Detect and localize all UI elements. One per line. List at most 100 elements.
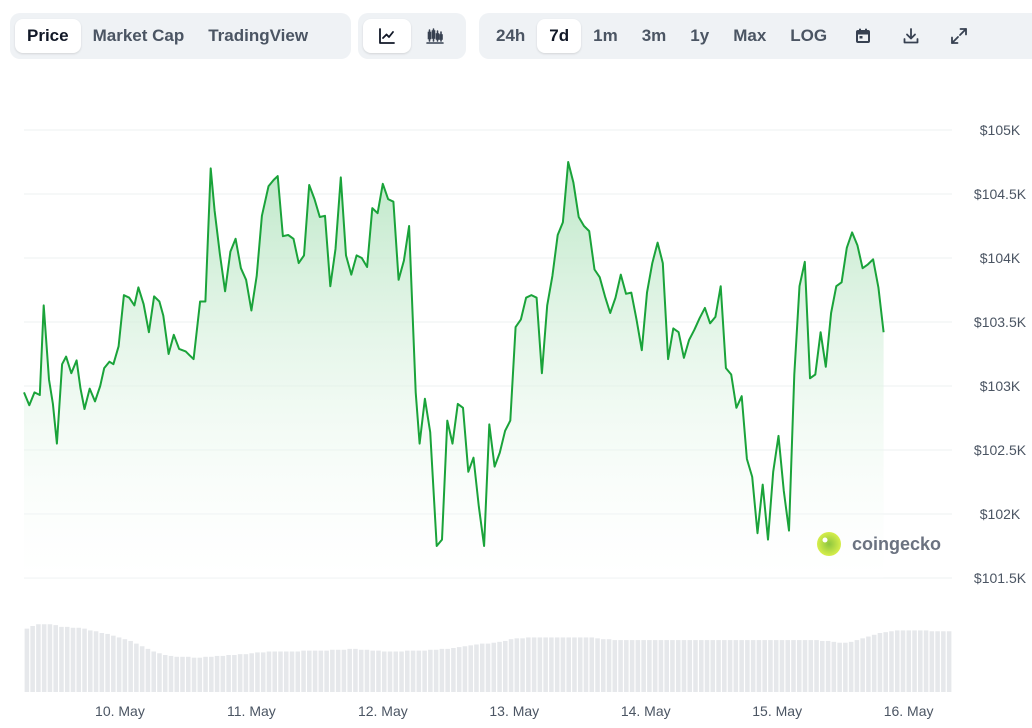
- volume-bar: [335, 649, 341, 692]
- volume-bar: [445, 648, 450, 692]
- volume-bar: [883, 632, 888, 692]
- volume-bar: [918, 630, 923, 692]
- y-tick-label: $104K: [980, 250, 1021, 266]
- volume-bar: [681, 640, 687, 692]
- volume-bar: [64, 626, 70, 692]
- volume-bar: [894, 630, 900, 692]
- volume-bar: [139, 646, 145, 692]
- volume-bar: [41, 624, 47, 692]
- volume-bar: [768, 640, 773, 692]
- volume-bar: [647, 640, 652, 692]
- volume-bar: [941, 631, 946, 692]
- volume-bar: [497, 641, 502, 692]
- volume-bar: [364, 649, 370, 692]
- volume-bar: [105, 633, 110, 692]
- volume-bar: [168, 655, 174, 692]
- volume-bar: [727, 640, 733, 692]
- volume-bar: [745, 640, 750, 692]
- volume-bar: [479, 643, 485, 692]
- volume-bar: [779, 640, 785, 692]
- volume-bar: [70, 627, 76, 692]
- volume-bar: [566, 637, 571, 692]
- y-tick-label: $101.5K: [974, 570, 1027, 586]
- volume-bar: [381, 651, 387, 692]
- volume-bar: [658, 640, 664, 692]
- volume-bar: [756, 640, 762, 692]
- volume-bar: [606, 639, 612, 692]
- volume-bar: [237, 654, 243, 692]
- volume-bar: [773, 640, 779, 692]
- volume-bar: [59, 626, 64, 692]
- volume-bar: [88, 630, 93, 692]
- volume-bar: [433, 649, 439, 692]
- volume-bar: [820, 640, 825, 692]
- price-area: [24, 162, 884, 578]
- volume-bar: [837, 642, 842, 692]
- volume-bar: [255, 652, 260, 692]
- volume-bar: [203, 656, 208, 692]
- volume-bar: [600, 639, 606, 692]
- volume-bar: [24, 628, 30, 692]
- volume-bar: [814, 640, 819, 692]
- logo-eye: [822, 537, 828, 543]
- volume-bar: [675, 640, 681, 692]
- volume-bar: [76, 627, 82, 692]
- volume-bar: [456, 647, 462, 692]
- volume-bar: [30, 626, 35, 692]
- volume-bar: [906, 630, 912, 692]
- volume-bar: [289, 651, 295, 692]
- volume-bar: [652, 640, 658, 692]
- volume-bar: [243, 654, 249, 692]
- volume-bar: [866, 636, 871, 692]
- volume-bar: [589, 637, 595, 692]
- volume-bar: [272, 651, 278, 692]
- x-tick-label: 16. May: [884, 703, 934, 719]
- volume-bar: [629, 640, 635, 692]
- volume-bar: [330, 649, 335, 692]
- volume-bar: [946, 631, 952, 692]
- volume-bar: [122, 639, 128, 692]
- volume-bar: [370, 650, 376, 692]
- volume-bar: [226, 655, 231, 692]
- x-tick-label: 12. May: [358, 703, 408, 719]
- volume-bar: [47, 624, 53, 692]
- volume-bar: [531, 637, 537, 692]
- volume-bar: [900, 630, 906, 692]
- volume-bar: [848, 641, 854, 692]
- y-axis-labels: $105K $104.5K $104K $103.5K $103K $102.5K $102…: [974, 122, 1027, 586]
- volume-bar: [128, 640, 133, 692]
- volume-bar: [808, 640, 814, 692]
- volume-bar: [635, 640, 641, 692]
- volume-bar: [572, 637, 577, 692]
- volume-bar: [733, 640, 739, 692]
- volume-bar: [474, 644, 479, 692]
- volume-bar: [399, 651, 404, 692]
- volume-bar: [174, 656, 180, 692]
- volume-bar: [520, 638, 525, 692]
- volume-bar: [99, 633, 105, 692]
- y-tick-label: $105K: [980, 122, 1021, 138]
- volume-bar: [151, 651, 156, 692]
- volume-bar: [583, 637, 589, 692]
- volume-bar: [693, 640, 698, 692]
- x-tick-label: 13. May: [489, 703, 539, 719]
- volume-bar: [670, 640, 675, 692]
- y-tick-label: $104.5K: [974, 186, 1027, 202]
- volume-bar: [358, 649, 364, 692]
- volume-bar: [209, 656, 214, 692]
- volume-bar: [145, 648, 151, 692]
- volume-bar: [503, 640, 508, 692]
- volume-bar: [785, 640, 791, 692]
- volume-bar: [191, 657, 197, 692]
- volume-bar: [405, 650, 410, 692]
- y-tick-label: $103.5K: [974, 314, 1027, 330]
- volume-bar: [485, 643, 491, 692]
- volume-bar: [854, 640, 860, 692]
- volume-bar: [318, 650, 324, 692]
- volume-bar: [871, 634, 877, 692]
- volume-bar: [214, 655, 220, 692]
- volume-bar: [111, 635, 116, 692]
- y-tick-label: $102.5K: [974, 442, 1027, 458]
- volume-bar: [283, 651, 289, 692]
- volume-bar: [220, 655, 226, 692]
